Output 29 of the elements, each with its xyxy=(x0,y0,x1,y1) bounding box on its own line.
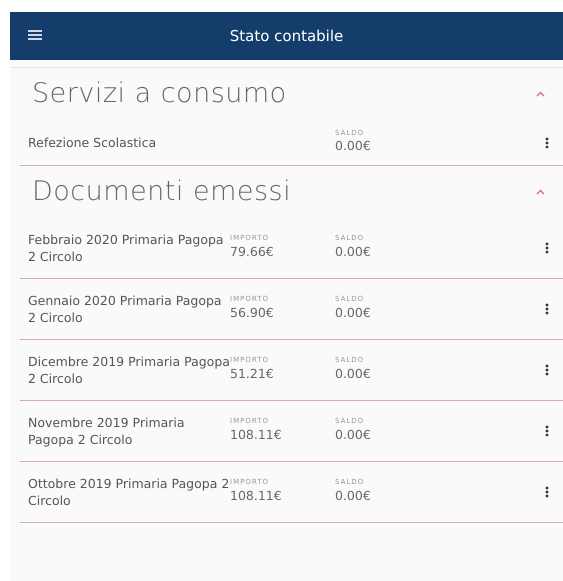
amount-value: 0.00€ xyxy=(335,137,372,156)
amount-value: 51.21€ xyxy=(230,364,275,383)
more-icon[interactable] xyxy=(545,486,549,498)
section-title: Servizi a consumo xyxy=(32,76,287,111)
chevron-icon[interactable] xyxy=(536,91,545,97)
screen-title: Stato contabile xyxy=(230,26,344,47)
more-icon[interactable] xyxy=(545,303,549,315)
amount-value: 0.00€ xyxy=(335,242,372,261)
document-name: Dicembre 2019 Primaria Pagopa 2 Circolo xyxy=(28,352,230,388)
amount-value: 108.11€ xyxy=(230,486,283,505)
more-icon[interactable] xyxy=(545,136,549,148)
document-name: Novembre 2019 Primaria Pagopa 2 Circolo xyxy=(28,414,186,448)
amount-value: 0.00€ xyxy=(335,426,372,444)
amount-value: 0.00€ xyxy=(335,486,372,505)
more-icon[interactable] xyxy=(545,242,549,254)
more-icon[interactable] xyxy=(545,425,549,437)
chevron-icon[interactable] xyxy=(536,189,545,195)
amount-value: 0.00€ xyxy=(335,364,372,383)
more-icon[interactable] xyxy=(545,364,549,376)
document-name: Ottobre 2019 Primaria Pagopa 2 Circolo xyxy=(28,474,230,510)
menu-icon[interactable] xyxy=(28,30,42,40)
document-name: Gennaio 2020 Primaria Pagopa 2 Circolo xyxy=(28,292,223,326)
document-name: Febbraio 2020 Primaria Pagopa 2 Circolo xyxy=(28,230,225,266)
amount-value: 56.90€ xyxy=(230,304,275,322)
amount-value: 79.66€ xyxy=(230,242,275,261)
amount-value: 0.00€ xyxy=(335,304,372,322)
section-title: Documenti emessi xyxy=(32,174,292,209)
document-name: Refezione Scolastica xyxy=(28,134,158,152)
amount-value: 108.11€ xyxy=(230,426,283,444)
